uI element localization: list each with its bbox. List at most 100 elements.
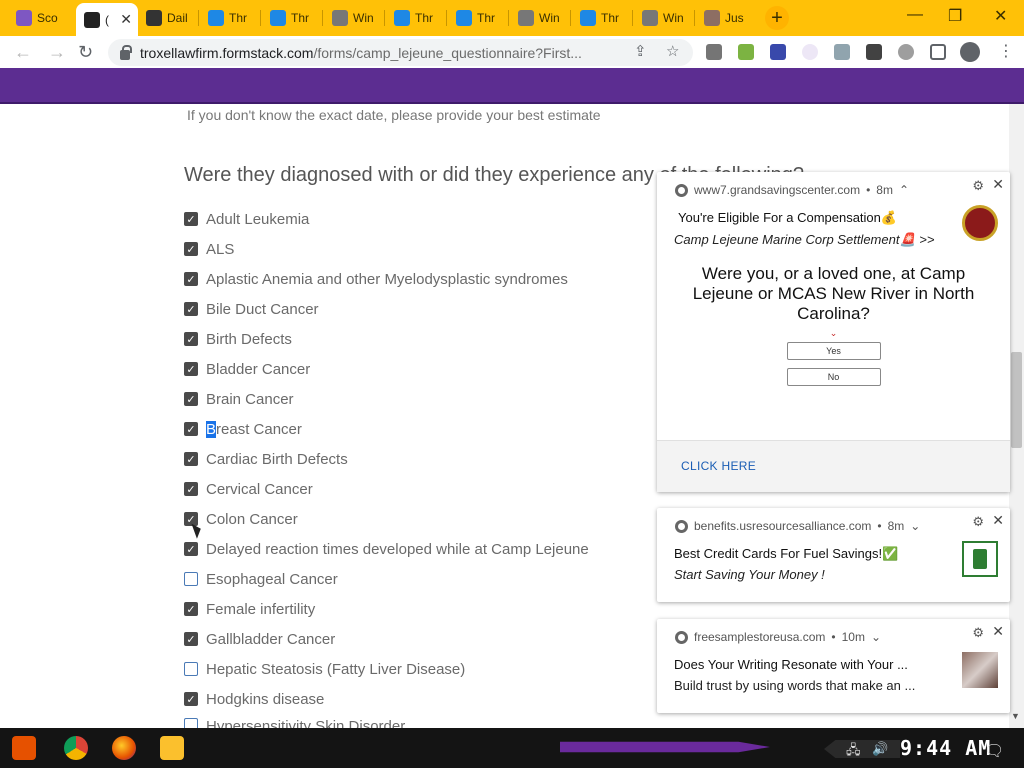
checkbox-checked[interactable]: ✓ — [184, 542, 198, 556]
checkbox-checked[interactable]: ✓ — [184, 212, 198, 226]
option-label: Hodgkins disease — [206, 690, 325, 708]
checkbox-checked[interactable]: ✓ — [184, 632, 198, 646]
bookmark-star-icon[interactable]: ☆ — [666, 42, 679, 60]
checkbox-option[interactable]: ✓ Cardiac Birth Defects — [184, 448, 348, 470]
share-icon[interactable]: ⇪ — [634, 42, 647, 60]
new-tab-button[interactable]: + — [765, 6, 789, 30]
checkbox-option[interactable]: ✓ Female infertility — [184, 598, 315, 620]
checkbox-option[interactable]: ✓ Brain Cancer — [184, 388, 294, 410]
reload-icon[interactable]: ↻ — [78, 42, 93, 63]
checkbox-option[interactable]: Hypersensitivity Skin Disorder — [184, 718, 405, 728]
extension-icon[interactable] — [802, 44, 818, 60]
volume-icon[interactable]: 🔊 — [872, 741, 888, 757]
checkbox-checked[interactable]: ✓ — [184, 692, 198, 706]
tab-favicon-icon — [208, 10, 224, 26]
extension-icon[interactable] — [706, 44, 722, 60]
gear-icon[interactable]: ⚙ — [972, 625, 984, 641]
notification-question: Were you, or a loved one, at Camp Lejeun… — [692, 264, 975, 323]
avatar[interactable] — [960, 42, 980, 62]
notification-card[interactable]: www7.grandsavingscenter.com • 8m ⌃ ⚙ ✕ Y… — [657, 172, 1010, 492]
extension-icon[interactable] — [738, 44, 754, 60]
checkbox-checked[interactable]: ✓ — [184, 332, 198, 346]
file-explorer-icon[interactable] — [160, 736, 184, 760]
checkbox-option[interactable]: Esophageal Cancer — [184, 568, 338, 590]
tab[interactable]: Thr — [262, 4, 324, 32]
checkbox-checked[interactable]: ✓ — [184, 392, 198, 406]
no-button[interactable]: No — [786, 368, 881, 386]
notification-card[interactable]: benefits.usresourcesalliance.com • 8m ⌄ … — [657, 508, 1010, 602]
puzzle-icon[interactable] — [898, 44, 914, 60]
tab-label: Thr — [601, 11, 619, 25]
tab[interactable]: Thr — [200, 4, 262, 32]
checkbox-checked[interactable]: ✓ — [184, 362, 198, 376]
checkbox-checked[interactable]: ✓ — [184, 422, 198, 436]
checkbox-checked[interactable]: ✓ — [184, 302, 198, 316]
scroll-down-icon[interactable]: ▼ — [1011, 711, 1020, 721]
checkbox-option[interactable]: ✓ Delayed reaction times developed while … — [184, 538, 589, 560]
yes-button[interactable]: Yes — [786, 342, 881, 360]
address-bar[interactable]: troxellawfirm.formstack.com/forms/camp_l… — [108, 39, 693, 66]
tab[interactable]: Win — [510, 4, 572, 32]
checkbox-option[interactable]: ✓ Hodgkins disease — [184, 688, 324, 710]
notification-center-icon[interactable]: 🗨 — [984, 741, 1004, 761]
checkbox-checked[interactable]: ✓ — [184, 452, 198, 466]
tab[interactable]: Win — [324, 4, 386, 32]
option-label: Brain Cancer — [206, 390, 294, 408]
checkbox-option[interactable]: ✓ Bladder Cancer — [184, 358, 310, 380]
close-icon[interactable]: ✕ — [992, 512, 1004, 529]
checkbox-option[interactable]: ✓ Cervical Cancer — [184, 478, 313, 500]
tab[interactable]: Thr — [386, 4, 448, 32]
tab[interactable]: Sco — [8, 4, 70, 32]
restore-icon[interactable]: ❐ — [948, 6, 962, 26]
close-tab-icon[interactable]: ✕ — [120, 11, 132, 28]
option-label: Female infertility — [206, 600, 316, 618]
tab[interactable]: Thr — [572, 4, 634, 32]
extension-icon[interactable] — [834, 44, 850, 60]
checkbox-checked[interactable]: ✓ — [184, 272, 198, 286]
option-label: Hypersensitivity Skin Disorder — [206, 718, 406, 728]
minimize-icon[interactable]: — — [907, 6, 923, 24]
close-icon[interactable]: ✕ — [992, 623, 1004, 640]
back-icon[interactable]: ← — [14, 42, 32, 63]
menu-icon[interactable]: ⋮ — [998, 41, 1014, 61]
tab[interactable]: Thr — [448, 4, 510, 32]
checkbox-unchecked[interactable] — [184, 662, 198, 676]
notification-card[interactable]: freesamplestoreusa.com • 10m ⌄ ⚙ ✕ Does … — [657, 619, 1010, 713]
checkbox-option[interactable]: ✓ Gallbladder Cancer — [184, 628, 335, 650]
checkbox-unchecked[interactable] — [184, 718, 198, 728]
click-here-link[interactable]: CLICK HERE — [681, 459, 756, 473]
start-icon[interactable] — [12, 736, 36, 760]
gear-icon[interactable]: ⚙ — [972, 178, 984, 194]
checkbox-checked[interactable]: ✓ — [184, 602, 198, 616]
gear-icon[interactable]: ⚙ — [972, 514, 984, 530]
tab[interactable]: Win — [634, 4, 696, 32]
checkbox-option[interactable]: ✓ Bile Duct Cancer — [184, 298, 319, 320]
clock[interactable]: 9:44 AM — [900, 736, 991, 760]
checkbox-option[interactable]: ✓ Aplastic Anemia and other Myelodysplast… — [184, 268, 568, 290]
tab[interactable]: Jus — [696, 4, 758, 32]
chrome-taskbar-icon[interactable] — [64, 736, 88, 760]
extension-icon[interactable] — [770, 44, 786, 60]
tab[interactable]: Dail — [138, 4, 200, 32]
network-icon[interactable]: 🖧 — [846, 741, 861, 763]
tab[interactable]: (✕ — [76, 3, 138, 36]
checkbox-option[interactable]: ✓ ALS — [184, 238, 234, 260]
extension-icon[interactable] — [866, 44, 882, 60]
tab-favicon-icon — [270, 10, 286, 26]
option-label: Colon Cancer — [206, 510, 298, 528]
checkbox-checked[interactable]: ✓ — [184, 242, 198, 256]
forward-icon[interactable]: → — [48, 42, 66, 63]
checkbox-option[interactable]: Hepatic Steatosis (Fatty Liver Disease) — [184, 658, 465, 680]
checkbox-option[interactable]: ✓ Birth Defects — [184, 328, 292, 350]
scrollbar-thumb[interactable] — [1011, 352, 1022, 448]
firefox-icon[interactable] — [112, 736, 136, 760]
tab-separator — [632, 10, 633, 26]
close-icon[interactable]: ✕ — [992, 176, 1004, 193]
checkbox-unchecked[interactable] — [184, 572, 198, 586]
checkbox-checked[interactable]: ✓ — [184, 482, 198, 496]
sidepanel-icon[interactable] — [930, 44, 946, 60]
checkbox-option[interactable]: ✓ Adult Leukemia — [184, 208, 309, 230]
close-window-icon[interactable]: ✕ — [994, 6, 1007, 26]
checkbox-option[interactable]: ✓ Breast Cancer — [184, 418, 302, 440]
checkbox-option[interactable]: ✓ Colon Cancer — [184, 508, 298, 530]
